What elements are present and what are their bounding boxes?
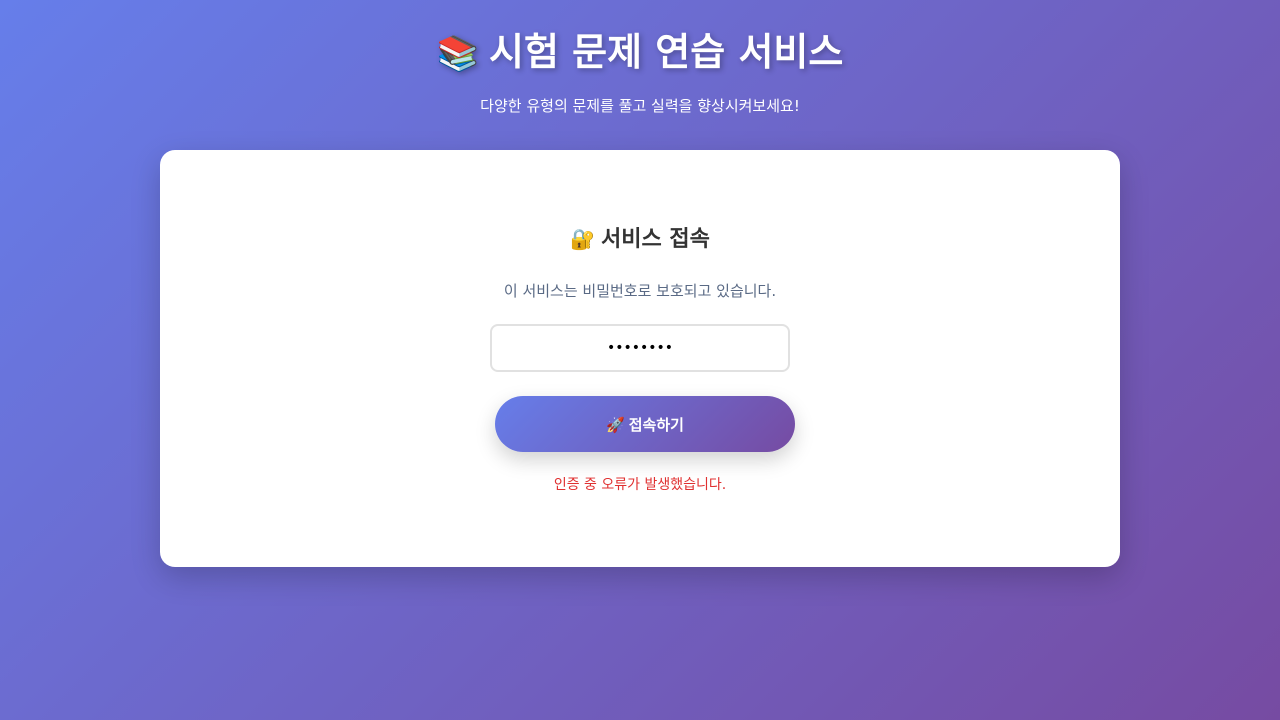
rocket-icon: 🚀 [606, 415, 625, 434]
submit-button[interactable]: 🚀 접속하기 [495, 396, 795, 452]
books-icon: 📚 [436, 34, 479, 74]
page-title: 📚 시험 문제 연습 서비스 [0, 26, 1280, 80]
page-subtitle: 다양한 유형의 문제를 풀고 실력을 향상시켜보세요! [480, 97, 800, 115]
login-card: 🔐서비스 접속 이 서비스는 비밀번호로 보호되고 있습니다. 🚀접속하기 인증… [160, 150, 1120, 567]
submit-button-label: 접속하기 [628, 415, 684, 434]
page-header: 📚 시험 문제 연습 서비스 다양한 유형의 문제를 풀고 실력을 향상시켜보세요… [0, 26, 1280, 115]
password-input[interactable] [490, 324, 790, 372]
login-title-text: 서비스 접속 [601, 227, 710, 252]
page-title-text: 시험 문제 연습 서비스 [489, 30, 844, 74]
login-description: 이 서비스는 비밀번호로 보호되고 있습니다. [503, 282, 777, 300]
login-title: 🔐 서비스 접속 [160, 224, 1120, 255]
lock-icon: 🔐 [570, 227, 596, 251]
error-message: 인증 중 오류가 발생했습니다. [553, 477, 727, 493]
